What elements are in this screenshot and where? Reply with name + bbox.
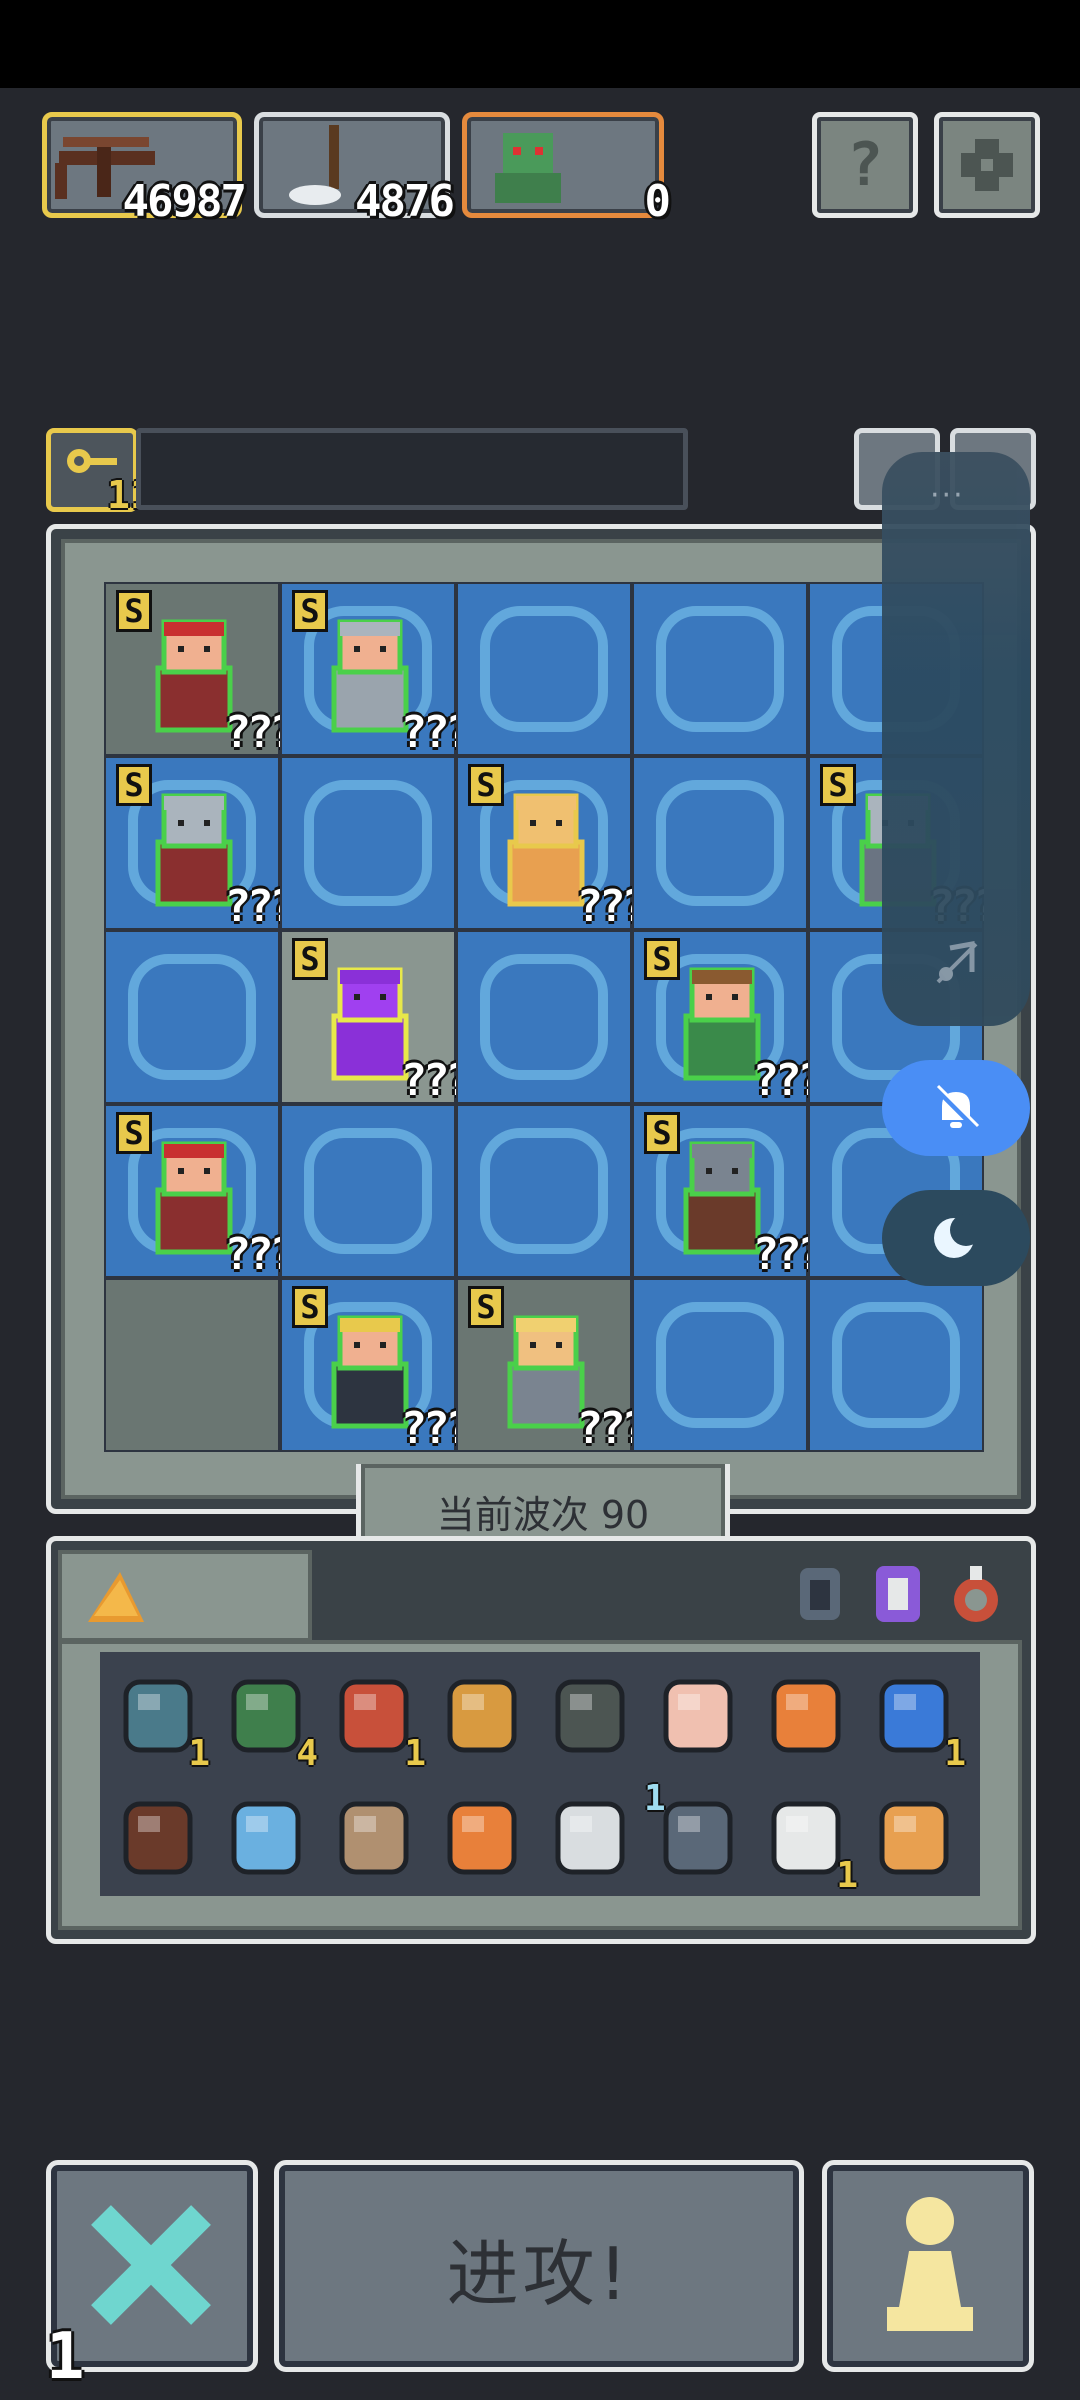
portrait-icon[interactable]: [218, 1790, 314, 1886]
grid-cell[interactable]: S???: [104, 1104, 296, 1280]
arrows-icon[interactable]: [110, 1790, 206, 1886]
fire-helmet-icon[interactable]: [758, 1668, 854, 1764]
inventory-tab[interactable]: [58, 1550, 312, 1642]
rank-badge: S: [468, 764, 504, 806]
resource-goblin[interactable]: 0: [462, 112, 671, 227]
rank-badge: S: [292, 938, 328, 980]
item-count: 1: [404, 1733, 426, 1774]
wand-icon[interactable]: 1: [644, 1778, 746, 1886]
resource-pickaxe[interactable]: 4876: [254, 112, 455, 227]
pickaxe-count: 4876: [355, 176, 455, 227]
pawn-icon: [887, 2197, 973, 2331]
night-mode-button[interactable]: [882, 1190, 1030, 1286]
progress-bar: [136, 428, 688, 510]
grid-cell[interactable]: [456, 582, 632, 756]
robe-icon[interactable]: [868, 1560, 928, 1628]
grid-cell[interactable]: [456, 1104, 632, 1278]
grid-cell[interactable]: S???: [104, 756, 296, 932]
inventory-grid: 1 4 1 1 1 1: [100, 1652, 980, 1896]
rank-badge: S: [116, 1112, 152, 1154]
panel-menu-dots[interactable]: ···: [930, 478, 965, 513]
bag-icon[interactable]: [326, 1790, 422, 1886]
item-count: 1: [644, 1778, 666, 1819]
rank-badge: S: [644, 1112, 680, 1154]
finger-icon[interactable]: [650, 1668, 746, 1764]
cheese-icon: [88, 1572, 144, 1622]
scroll-icon[interactable]: 1: [866, 1668, 966, 1774]
grid-cell[interactable]: [632, 1278, 808, 1452]
settings-button[interactable]: [934, 112, 1040, 218]
status-bar: [0, 0, 1080, 88]
hammer-icon[interactable]: [542, 1668, 638, 1764]
help-icon: ?: [846, 130, 884, 200]
item-count: 1: [836, 1855, 858, 1896]
rank-badge: S: [116, 764, 152, 806]
grid-cell[interactable]: S???: [280, 1278, 472, 1454]
grid-cell[interactable]: [104, 1278, 280, 1452]
rank-badge: S: [820, 764, 856, 806]
item-count: 1: [188, 1733, 210, 1774]
rank-badge: S: [292, 590, 328, 632]
grid-cell[interactable]: S???: [280, 582, 472, 758]
gear-icon: [961, 139, 1013, 191]
attack-label: 进攻!: [446, 2232, 632, 2316]
goblin-icon: [495, 133, 561, 203]
grid-cell[interactable]: S???: [280, 930, 472, 1106]
x-icon: [91, 2205, 211, 2325]
resource-crossbow[interactable]: 46987: [42, 112, 247, 227]
grid-cell[interactable]: [280, 756, 456, 930]
grid-cell[interactable]: [456, 930, 632, 1104]
armor-icon[interactable]: [790, 1560, 850, 1628]
mute-toggle-button[interactable]: [882, 1060, 1030, 1156]
key-box[interactable]: 11: [46, 428, 153, 517]
corner-count-badge: 1: [46, 2320, 85, 2394]
wave-text: 当前波次 90: [436, 1493, 650, 1537]
attack-button[interactable]: 进攻!: [274, 2160, 804, 2372]
grid-cell[interactable]: S???: [104, 582, 296, 758]
help-button[interactable]: ?: [812, 112, 918, 218]
ring-icon[interactable]: [946, 1560, 1006, 1628]
grid-cell[interactable]: [632, 582, 808, 756]
eye-orb-icon[interactable]: 1: [326, 1668, 426, 1774]
crossbow-count: 46987: [122, 176, 247, 227]
rank-badge: S: [116, 590, 152, 632]
shield-round-icon[interactable]: [866, 1790, 962, 1886]
grid-cell[interactable]: [808, 1278, 984, 1452]
grid-cell[interactable]: [104, 930, 280, 1104]
anvil-icon[interactable]: 1: [758, 1790, 858, 1896]
grid-cell[interactable]: S???: [456, 1278, 648, 1454]
goblin-cloak-icon[interactable]: 4: [218, 1668, 318, 1774]
goblin-count: 0: [644, 176, 671, 227]
battlefield-grid: S???S???S???S???S???S???S???S???S???S???…: [104, 582, 984, 1456]
heart-gem-icon[interactable]: 1: [110, 1668, 210, 1774]
floating-side-panel[interactable]: ···: [882, 452, 1030, 1026]
grid-cell[interactable]: S???: [632, 1104, 824, 1280]
item-count: 1: [944, 1733, 966, 1774]
item-count: 4: [296, 1733, 318, 1774]
pawn-button[interactable]: [822, 2160, 1034, 2372]
halberd-icon[interactable]: [542, 1790, 638, 1886]
staff-icon[interactable]: [434, 1790, 530, 1886]
rank-badge: S: [292, 1286, 328, 1328]
rank-badge: S: [644, 938, 680, 980]
bell-mute-icon: [933, 1084, 980, 1131]
grid-cell[interactable]: S???: [632, 930, 824, 1106]
ship-icon[interactable]: [434, 1668, 530, 1764]
moon-icon: [934, 1214, 982, 1258]
grid-cell[interactable]: [632, 756, 808, 930]
music-off-icon[interactable]: [932, 938, 982, 988]
grid-cell[interactable]: [280, 1104, 456, 1278]
rank-badge: S: [468, 1286, 504, 1328]
grid-cell[interactable]: S???: [456, 756, 648, 932]
